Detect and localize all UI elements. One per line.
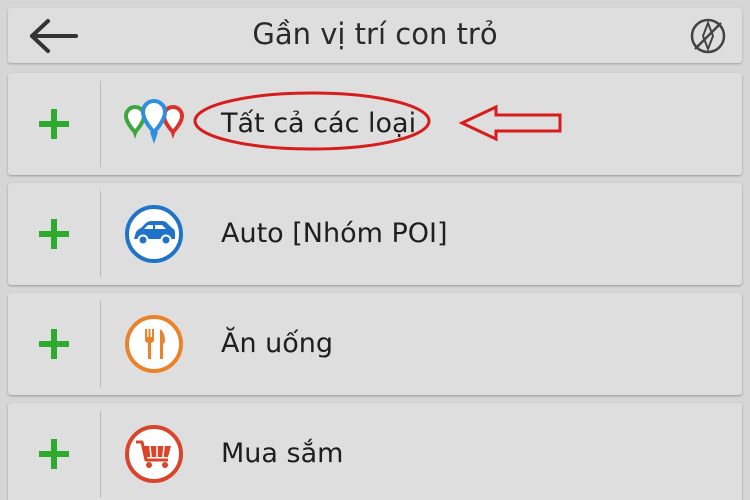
list-item-label: Tất cả các loại	[221, 108, 417, 139]
divider	[100, 81, 101, 167]
plus-icon	[39, 219, 69, 249]
add-button[interactable]	[8, 293, 100, 395]
plus-icon	[39, 109, 69, 139]
category-icon	[122, 314, 186, 374]
no-compass-icon	[690, 18, 726, 54]
no-compass-button[interactable]	[688, 16, 728, 56]
multi-pin-icon	[123, 99, 185, 144]
list-item-auto-poi-group[interactable]: Auto [Nhóm POI]	[8, 183, 742, 285]
car-icon	[125, 205, 183, 263]
list-item-label: Mua sắm	[221, 438, 344, 469]
add-button[interactable]	[8, 183, 100, 285]
category-icon	[122, 424, 186, 484]
list-item-label: Auto [Nhóm POI]	[221, 218, 448, 249]
fork-knife-icon	[125, 315, 183, 373]
add-button[interactable]	[8, 403, 100, 500]
divider	[100, 191, 101, 277]
list-item-food-drink[interactable]: Ăn uống	[8, 293, 742, 395]
plus-icon	[39, 439, 69, 469]
back-button[interactable]	[26, 16, 82, 56]
divider	[100, 301, 101, 387]
top-bar: Gần vị trí con trỏ	[8, 8, 742, 63]
divider	[100, 411, 101, 497]
plus-icon	[39, 329, 69, 359]
shopping-cart-icon	[125, 425, 183, 483]
category-icon	[122, 204, 186, 264]
list-item-all-types[interactable]: Tất cả các loại	[8, 73, 742, 175]
category-icon	[122, 94, 186, 154]
list-item-shopping[interactable]: Mua sắm	[8, 403, 742, 500]
add-button[interactable]	[8, 73, 100, 175]
arrow-left-icon	[30, 19, 78, 53]
list-item-label: Ăn uống	[221, 328, 334, 359]
page-title: Gần vị trí con trỏ	[252, 17, 498, 51]
